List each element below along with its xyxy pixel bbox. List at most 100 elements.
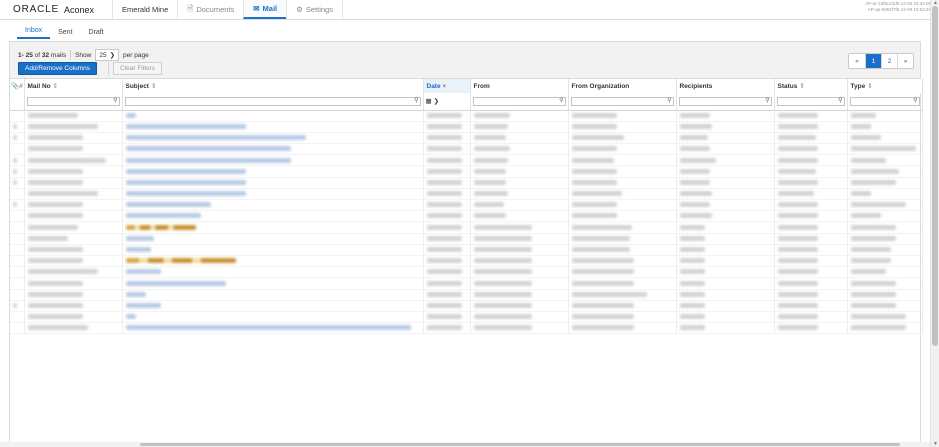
table-cell[interactable] (122, 289, 424, 301)
per-page-select[interactable]: 25 ❯ (95, 49, 120, 61)
column-header-mail-no[interactable]: Mail No ⇕ (24, 79, 123, 93)
table-row[interactable] (10, 233, 923, 245)
table-cell[interactable] (122, 143, 424, 156)
redacted-text (571, 146, 617, 152)
pagination-page-2[interactable]: 2 (881, 54, 897, 68)
pagination-page-1[interactable]: 1 (865, 54, 881, 68)
mail-table: 📎# Mail No ⇕ Subject ⇕ Date ▾ From From Org… (10, 79, 923, 335)
redacted-text (679, 112, 710, 118)
column-header-date[interactable]: Date ▾ (423, 79, 471, 93)
subject-filter-input[interactable]: ⚲ (124, 96, 421, 106)
status-filter-input[interactable]: ⚲ (776, 96, 845, 106)
table-cell (847, 221, 923, 234)
column-header-from-organization[interactable]: From Organization (568, 79, 677, 93)
nav-documents[interactable]: 🗎 Documents (177, 0, 243, 19)
table-cell[interactable] (122, 322, 424, 335)
table-cell (10, 233, 25, 245)
table-row[interactable] (10, 311, 923, 324)
table-cell[interactable] (122, 110, 424, 122)
redacted-text (777, 157, 818, 163)
table-row[interactable] (10, 300, 923, 312)
table-row[interactable] (10, 255, 923, 268)
table-row[interactable] (10, 121, 923, 133)
tab-draft[interactable]: Draft (81, 29, 112, 39)
vertical-scrollbar[interactable]: ▲ ▼ (930, 0, 939, 447)
table-cell[interactable] (122, 121, 424, 133)
mail-table-body (10, 110, 923, 335)
table-row[interactable] (10, 143, 923, 156)
pagination-prev[interactable]: « (849, 54, 865, 68)
oracle-aconex-logo[interactable]: ORACLE Aconex (0, 0, 112, 19)
table-row[interactable] (10, 110, 923, 122)
table-cell[interactable] (122, 255, 424, 268)
redacted-text (850, 202, 906, 208)
recipients-filter-input[interactable]: ⚲ (678, 96, 772, 106)
horizontal-scrollbar[interactable] (0, 442, 930, 447)
date-filter[interactable]: ▦ ❯ (426, 97, 468, 105)
column-header-subject[interactable]: Subject ⇕ (122, 79, 424, 93)
table-row[interactable] (10, 132, 923, 145)
table-row[interactable] (10, 221, 923, 234)
table-row[interactable] (10, 244, 923, 256)
search-icon: ⚲ (838, 97, 843, 104)
column-header-status[interactable]: Status ⇕ (774, 79, 848, 93)
table-cell[interactable] (122, 199, 424, 212)
table-cell[interactable] (122, 154, 424, 167)
table-row[interactable] (10, 322, 923, 335)
redacted-text (571, 191, 622, 197)
redacted-text (571, 302, 634, 308)
column-header-type[interactable]: Type ⇕ (847, 79, 923, 93)
scroll-down-icon[interactable]: ▼ (933, 441, 938, 447)
table-cell[interactable] (122, 277, 424, 290)
table-row[interactable] (10, 165, 923, 178)
nav-mail[interactable]: ✉ Mail (243, 0, 287, 19)
table-cell (24, 255, 123, 268)
table-row[interactable] (10, 266, 923, 279)
table-row[interactable] (10, 199, 923, 212)
scrollbar-thumb[interactable] (140, 443, 900, 446)
redacted-text (777, 314, 818, 320)
redacted-text (679, 280, 705, 286)
tab-sent[interactable]: Sent (50, 29, 80, 39)
mail-no-filter-input[interactable]: ⚲ (26, 96, 120, 106)
from-organization-filter-input[interactable]: ⚲ (570, 96, 674, 106)
table-cell[interactable] (122, 244, 424, 256)
project-selector[interactable]: Emerald Mine (112, 0, 177, 19)
table-cell (423, 132, 471, 145)
table-cell[interactable] (122, 188, 424, 201)
table-cell[interactable] (122, 210, 424, 223)
clear-filters-button[interactable]: Clear Filters (113, 62, 163, 75)
table-row[interactable] (10, 277, 923, 290)
table-row[interactable] (10, 188, 923, 201)
column-header-recipients[interactable]: Recipients (676, 79, 775, 93)
redacted-text (426, 269, 462, 275)
table-row[interactable] (10, 289, 923, 301)
from-filter-input[interactable]: ⚲ (472, 96, 566, 106)
tab-inbox[interactable]: Inbox (17, 27, 51, 39)
table-row[interactable] (10, 210, 923, 223)
table-row[interactable] (10, 154, 923, 167)
table-cell[interactable] (122, 177, 424, 189)
table-cell[interactable] (122, 233, 424, 245)
table-cell[interactable] (122, 266, 424, 279)
table-row[interactable] (10, 177, 923, 189)
mail-panel: 1- 25 of 32 mails Show 25 ❯ per page Add… (9, 41, 923, 447)
attachment-column-header[interactable]: 📎# (10, 79, 25, 93)
column-header-from[interactable]: From (470, 79, 569, 93)
add-remove-columns-button[interactable]: Add/Remove Columns (18, 62, 98, 75)
table-cell[interactable] (122, 165, 424, 178)
sort-desc-icon: ▾ (442, 83, 446, 90)
column-label: Date (426, 83, 441, 90)
redacted-text (679, 123, 712, 129)
table-cell[interactable] (122, 221, 424, 234)
table-cell[interactable] (122, 311, 424, 324)
type-filter-input[interactable]: ⚲ (849, 96, 920, 106)
nav-settings[interactable]: ⚙ Settings (286, 0, 343, 19)
redacted-text (473, 123, 508, 129)
table-cell[interactable] (122, 300, 424, 312)
pagination-next[interactable]: » (897, 54, 913, 68)
scrollbar-thumb[interactable] (932, 6, 938, 346)
table-cell[interactable] (122, 132, 424, 145)
table-cell (423, 199, 471, 212)
redacted-text (426, 258, 462, 264)
